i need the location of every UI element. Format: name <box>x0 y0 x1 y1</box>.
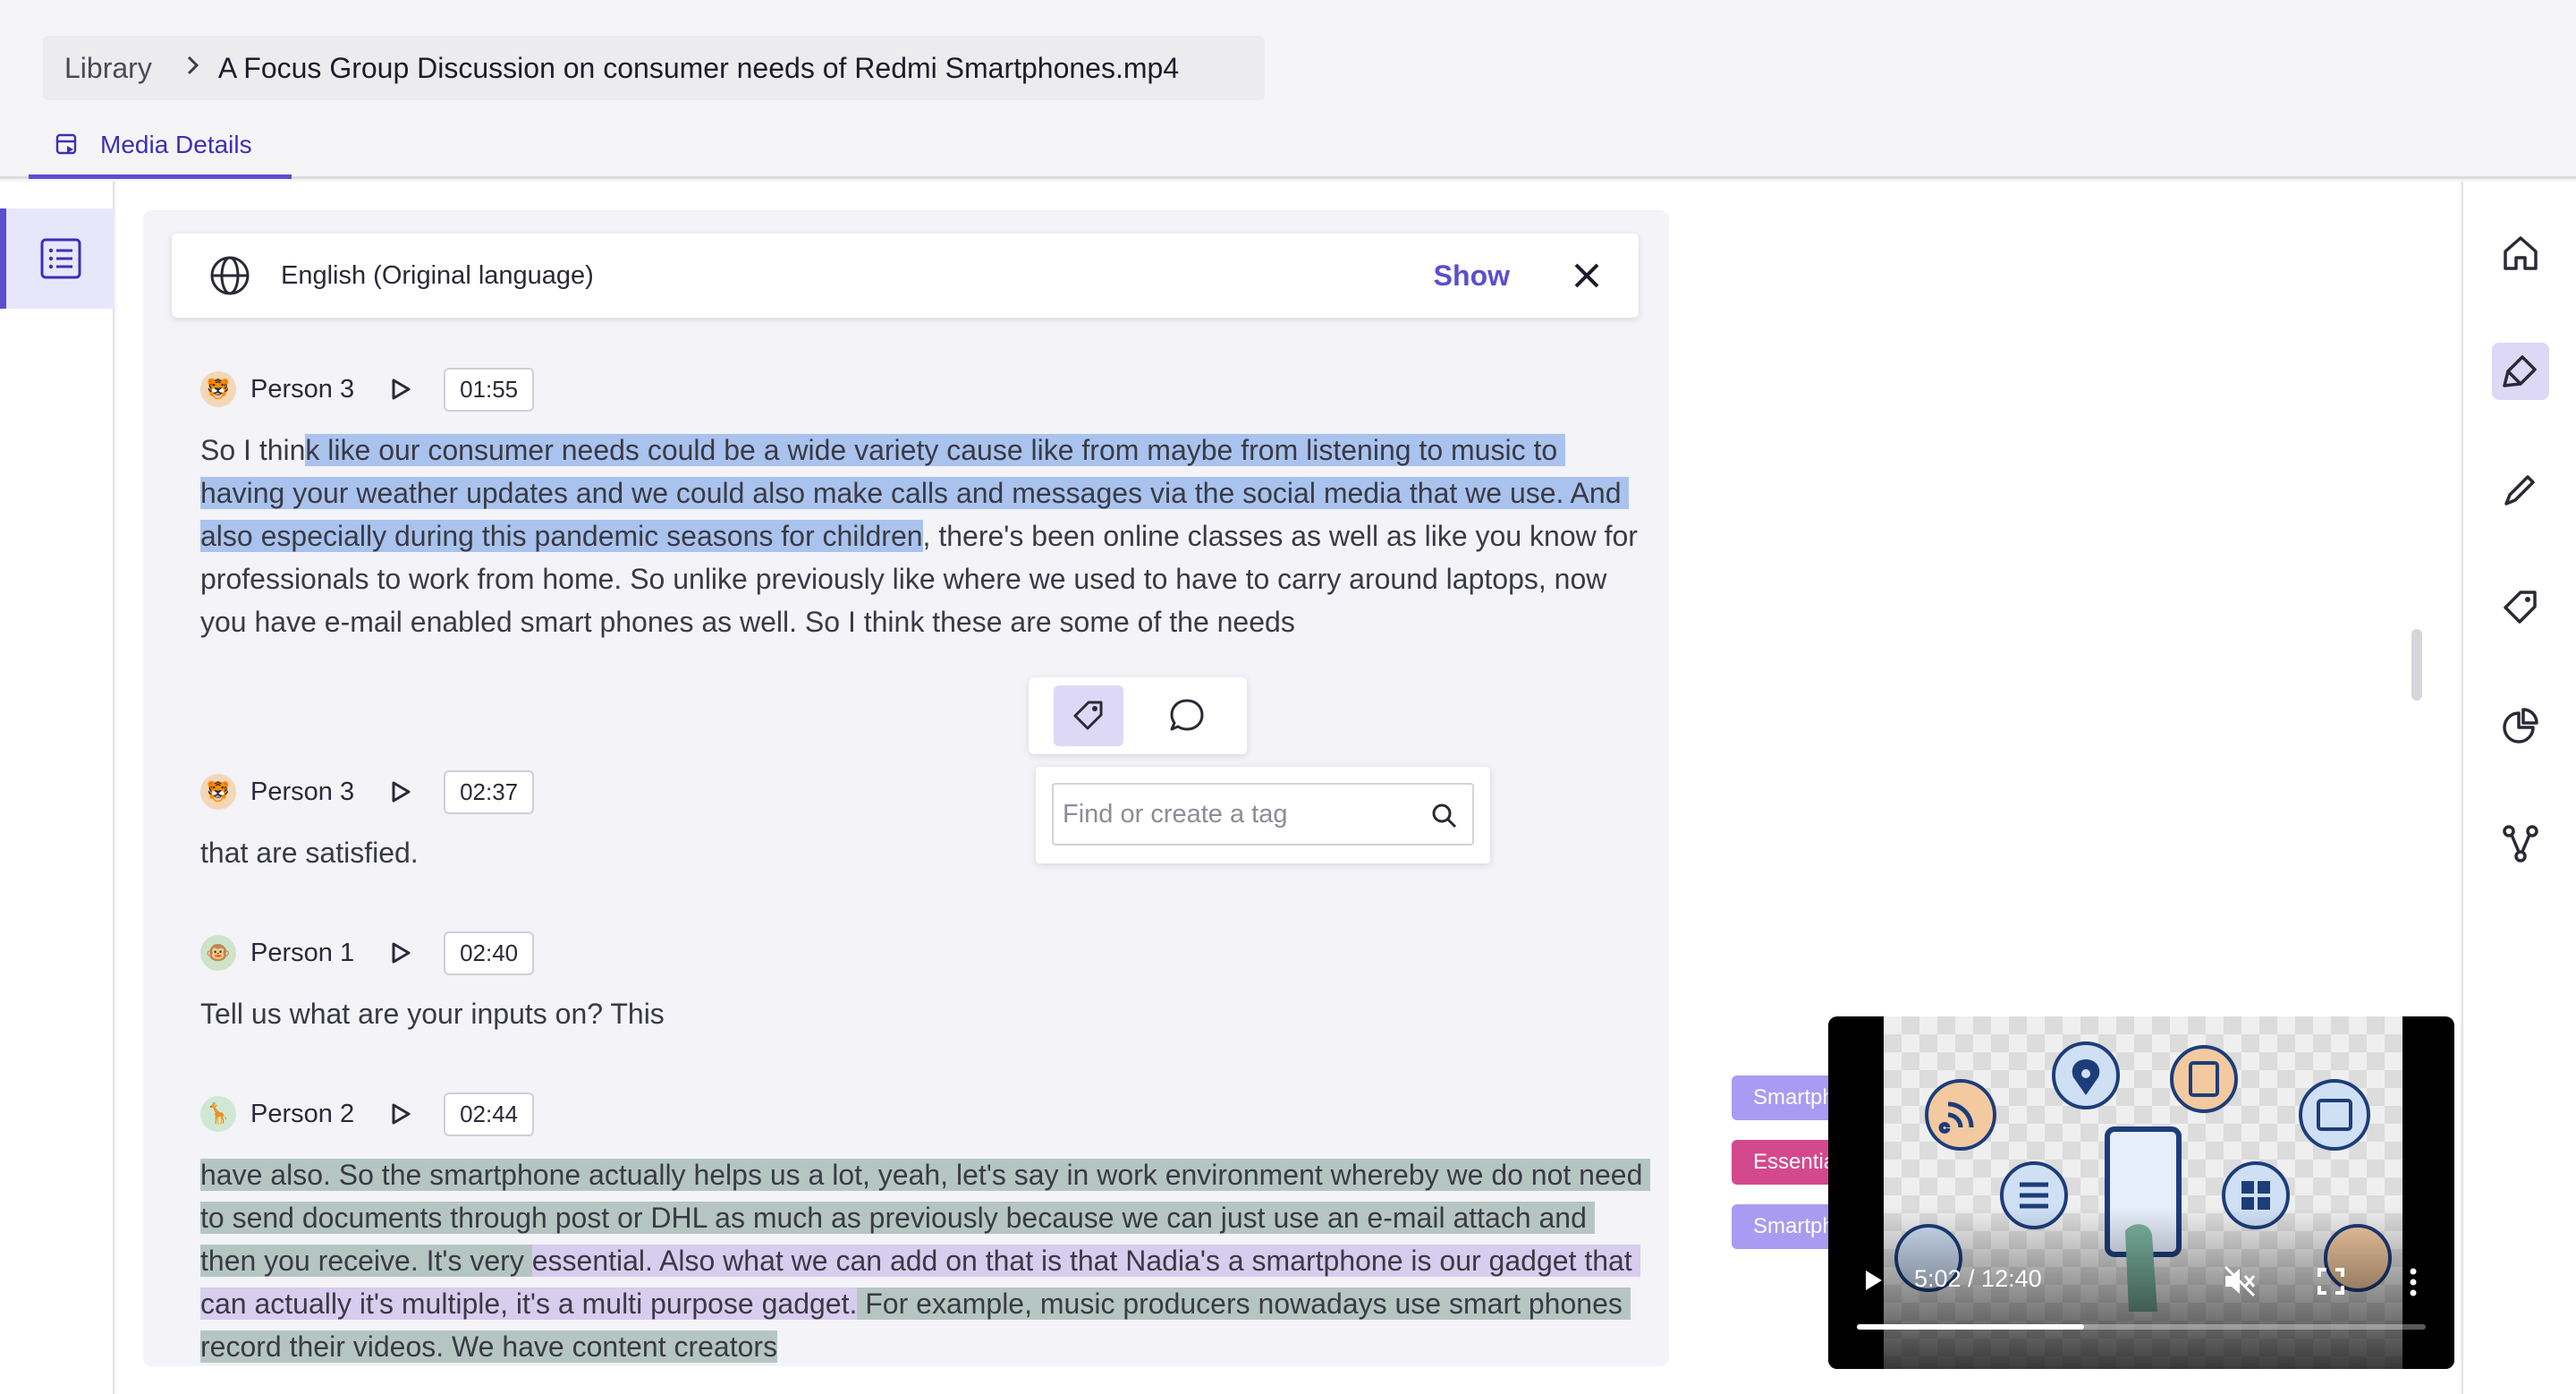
timestamp[interactable]: 02:37 <box>444 769 535 814</box>
tag-chip[interactable]: Smartphone <box>1732 1204 1839 1249</box>
speaker-name[interactable]: Person 1 <box>250 939 354 968</box>
show-button[interactable]: Show <box>1434 259 1510 293</box>
play-icon[interactable] <box>390 1102 411 1126</box>
highlight-icon <box>2503 355 2537 387</box>
left-rail <box>0 182 114 1394</box>
add-tag-button[interactable] <box>1054 685 1123 746</box>
segment-text[interactable]: have also. So the smartphone actually he… <box>200 1153 1651 1366</box>
pen-icon <box>2504 475 2535 506</box>
segment-header: 🐵 Person 1 02:40 <box>200 931 1649 975</box>
video-progress-fill <box>1857 1324 2085 1330</box>
chevron-right-icon <box>184 52 202 85</box>
tab-media-details[interactable]: Media Details <box>29 115 292 179</box>
play-icon[interactable] <box>390 780 411 803</box>
video-time: 5:02 / 12:40 <box>1914 1265 2042 1292</box>
list-icon <box>40 238 80 279</box>
right-rail <box>2462 182 2576 1394</box>
tag-search-popover: Find or create a tag <box>1036 767 1490 863</box>
search-icon <box>1432 803 1457 829</box>
scrollbar-thumb[interactable] <box>2411 629 2422 701</box>
media-details-icon <box>55 133 77 154</box>
speaker-name[interactable]: Person 3 <box>250 778 354 807</box>
segment-text[interactable]: So I think like our consumer needs could… <box>200 429 1649 643</box>
globe-icon <box>210 256 250 295</box>
tag-chip-label: Essential <box>1753 1150 1839 1174</box>
avatar: 🐯 <box>200 774 236 810</box>
transcript-panel: English (Original language) Show 🐯 Perso… <box>143 210 1669 1366</box>
chart-icon <box>2503 708 2538 744</box>
transcript-segment: 🐵 Person 1 02:40 Tell us what are your i… <box>200 931 1649 1035</box>
speaker-name[interactable]: Person 3 <box>250 375 354 404</box>
home-icon <box>2504 236 2538 270</box>
play-icon[interactable] <box>390 941 411 965</box>
text-part: So I thin <box>200 434 306 466</box>
transcript-segment: 🦒 Person 2 02:44 have also. So the smart… <box>200 1092 1651 1366</box>
language-label: English (Original language) <box>281 260 594 290</box>
selection-toolbar <box>1029 677 1247 754</box>
more-vertical-icon[interactable] <box>2408 1267 2419 1297</box>
play-icon[interactable] <box>390 378 411 401</box>
breadcrumb: Library A Focus Group Discussion on cons… <box>43 36 1265 100</box>
add-comment-button[interactable] <box>1152 685 1222 746</box>
transcript-segment: 🐯 Person 3 01:55 So I think like our con… <box>200 367 1649 643</box>
tag-chip-label: Smartphone <box>1753 1085 1839 1109</box>
timestamp[interactable]: 01:55 <box>444 367 535 412</box>
text-part: that are satisfied. <box>200 837 419 869</box>
fullscreen-icon[interactable] <box>2317 1267 2345 1296</box>
speaker-name[interactable]: Person 2 <box>250 1100 354 1129</box>
muted-icon[interactable] <box>2222 1265 2258 1297</box>
transcript-toggle-button[interactable] <box>0 208 114 309</box>
segment-text[interactable]: Tell us what are your inputs on? This <box>200 992 1649 1035</box>
timestamp[interactable]: 02:44 <box>444 1092 535 1136</box>
app-root: Library A Focus Group Discussion on cons… <box>0 0 2576 1394</box>
notes-button[interactable] <box>2492 461 2549 518</box>
segment-header: 🐯 Person 3 01:55 <box>200 367 1649 412</box>
close-icon[interactable] <box>1569 258 1605 293</box>
tag-chip-label: Smartphone <box>1753 1214 1839 1238</box>
tag-icon <box>2504 591 2537 624</box>
video-player[interactable]: 5:02 / 12:40 <box>1828 1016 2454 1369</box>
tag-search-placeholder: Find or create a tag <box>1063 799 1288 829</box>
header: Library A Focus Group Discussion on cons… <box>0 0 2576 179</box>
tab-label: Media Details <box>100 130 252 158</box>
comment-icon <box>1170 699 1204 731</box>
avatar: 🐯 <box>200 371 236 407</box>
tag-icon <box>1073 701 1103 730</box>
breadcrumb-current-file: A Focus Group Discussion on consumer nee… <box>217 51 1180 84</box>
tag-search-input[interactable]: Find or create a tag <box>1052 783 1474 846</box>
text-part: Tell us what are your inputs on? This <box>200 998 665 1030</box>
avatar: 🐵 <box>200 935 236 971</box>
play-icon[interactable] <box>1864 1269 1884 1292</box>
home-button[interactable] <box>2492 225 2549 282</box>
timestamp[interactable]: 02:40 <box>444 931 535 975</box>
breadcrumb-library-link[interactable]: Library <box>64 52 152 85</box>
workflow-button[interactable] <box>2492 815 2549 872</box>
flow-icon <box>2503 825 2538 863</box>
highlights-button[interactable] <box>2492 343 2549 400</box>
analytics-button[interactable] <box>2492 697 2549 754</box>
segment-header: 🦒 Person 2 02:44 <box>200 1092 1649 1136</box>
tag-chip[interactable]: Smartphone <box>1732 1075 1839 1120</box>
tag-chip[interactable]: Essential <box>1732 1140 1839 1185</box>
tags-button[interactable] <box>2492 579 2549 636</box>
video-progress-track[interactable] <box>1857 1324 2426 1330</box>
avatar: 🦒 <box>200 1096 236 1132</box>
language-bar: English (Original language) Show <box>172 234 1639 318</box>
